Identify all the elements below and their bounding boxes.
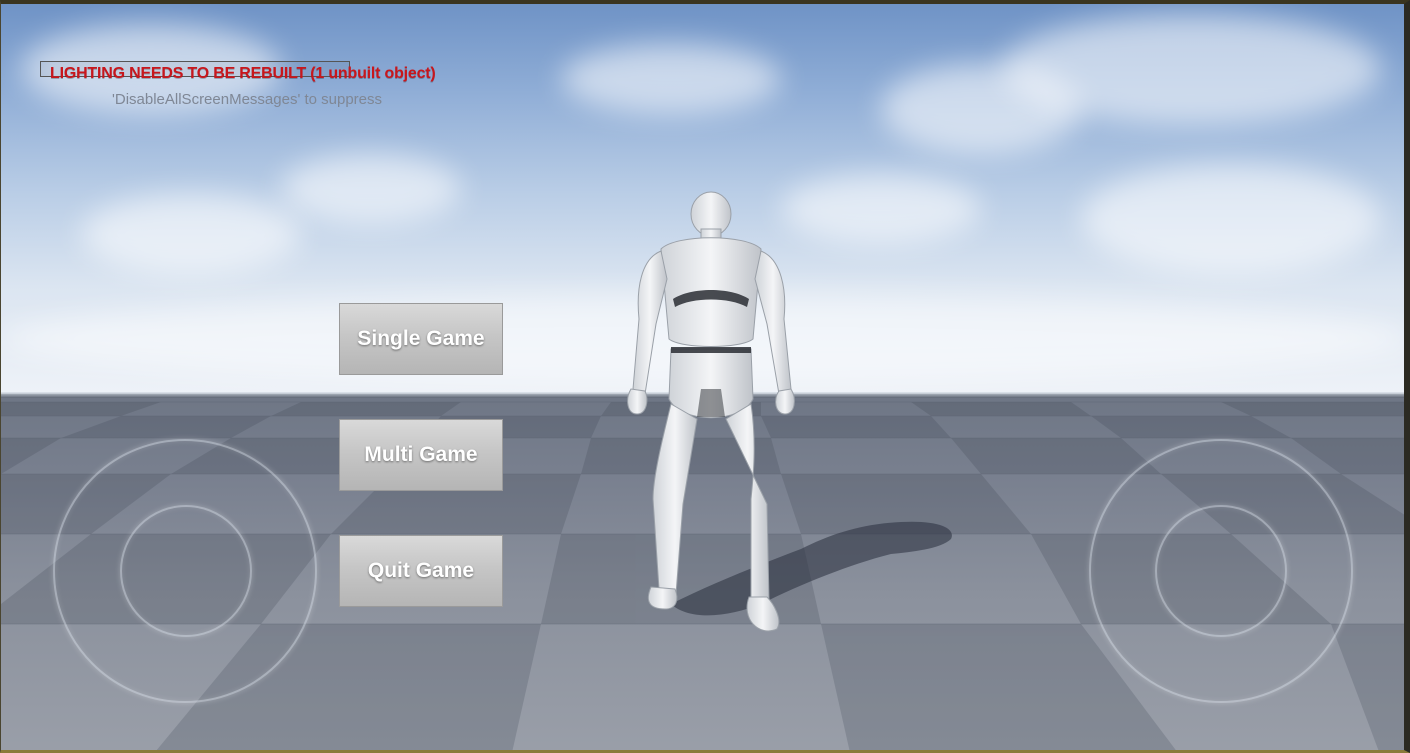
lighting-warning-message: LIGHTING NEEDS TO BE REBUILT (1 unbuilt … — [50, 65, 436, 82]
game-viewport[interactable]: LIGHTING NEEDS TO BE REBUILT (1 unbuilt … — [0, 0, 1410, 753]
left-joystick-thumb[interactable] — [120, 505, 252, 637]
right-joystick-thumb[interactable] — [1155, 505, 1287, 637]
suppress-hint-message: 'DisableAllScreenMessages' to suppress — [112, 91, 383, 108]
single-game-button[interactable]: Single Game — [339, 303, 503, 375]
quit-game-button[interactable]: Quit Game — [339, 535, 503, 607]
multi-game-button[interactable]: Multi Game — [339, 419, 503, 491]
mannequin-character — [627, 191, 795, 632]
